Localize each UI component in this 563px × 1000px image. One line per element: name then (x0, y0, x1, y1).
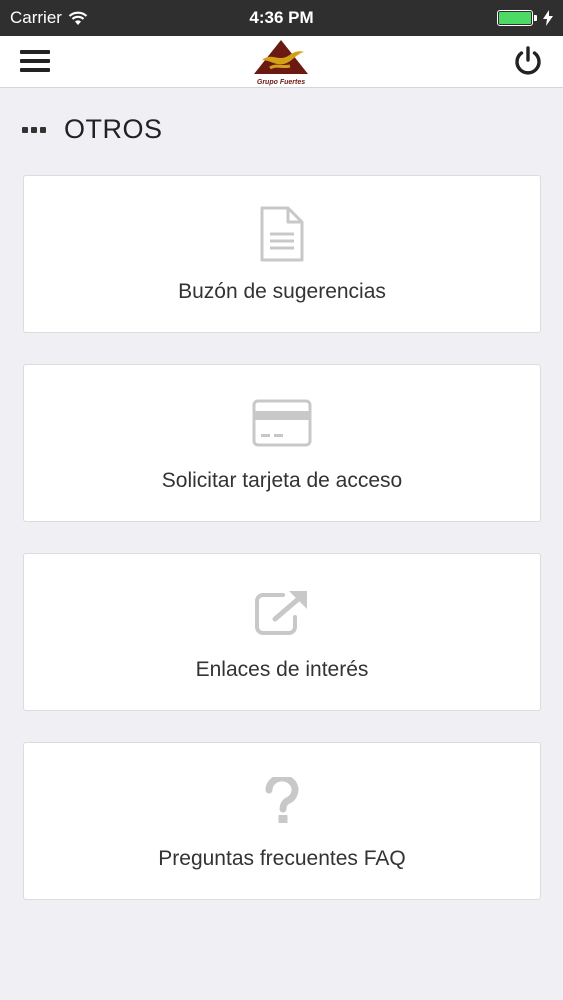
card-solicitar-tarjeta[interactable]: Solicitar tarjeta de acceso (23, 364, 541, 522)
section-title: OTROS (64, 114, 163, 144)
carrier-label: Carrier (10, 8, 62, 27)
card-label: Solicitar tarjeta de acceso (161, 469, 403, 492)
wifi-icon (68, 11, 88, 25)
external-link-icon (252, 582, 312, 642)
document-icon (252, 204, 312, 264)
card-preguntas-faq[interactable]: Preguntas frecuentes FAQ (23, 742, 541, 900)
card-buzon-sugerencias[interactable]: Buzón de sugerencias (23, 175, 541, 333)
section-header: OTROS (22, 114, 163, 145)
battery-fill (499, 12, 531, 24)
hamburger-icon[interactable] (20, 48, 50, 74)
card-enlaces-interes[interactable]: Enlaces de interés (23, 553, 541, 711)
status-bar-right (497, 10, 553, 26)
logo-mark-icon (254, 40, 308, 74)
card-label: Enlaces de interés (195, 658, 369, 681)
status-bar-left: Carrier (10, 8, 88, 28)
status-bar: Carrier 4:36 PM (0, 0, 563, 36)
credit-card-icon (252, 393, 312, 453)
question-icon (252, 771, 312, 831)
card-label: Preguntas frecuentes FAQ (158, 847, 406, 870)
ellipsis-icon (22, 126, 46, 133)
charging-icon (543, 10, 553, 26)
card-label: Buzón de sugerencias (178, 280, 386, 303)
power-icon[interactable] (511, 44, 545, 78)
logo-text: Grupo Fuertes (256, 79, 306, 86)
nav-bar: Grupo Fuertes (0, 36, 563, 88)
grupo-fuertes-logo: Grupo Fuertes (248, 38, 314, 86)
battery-icon (497, 10, 537, 26)
